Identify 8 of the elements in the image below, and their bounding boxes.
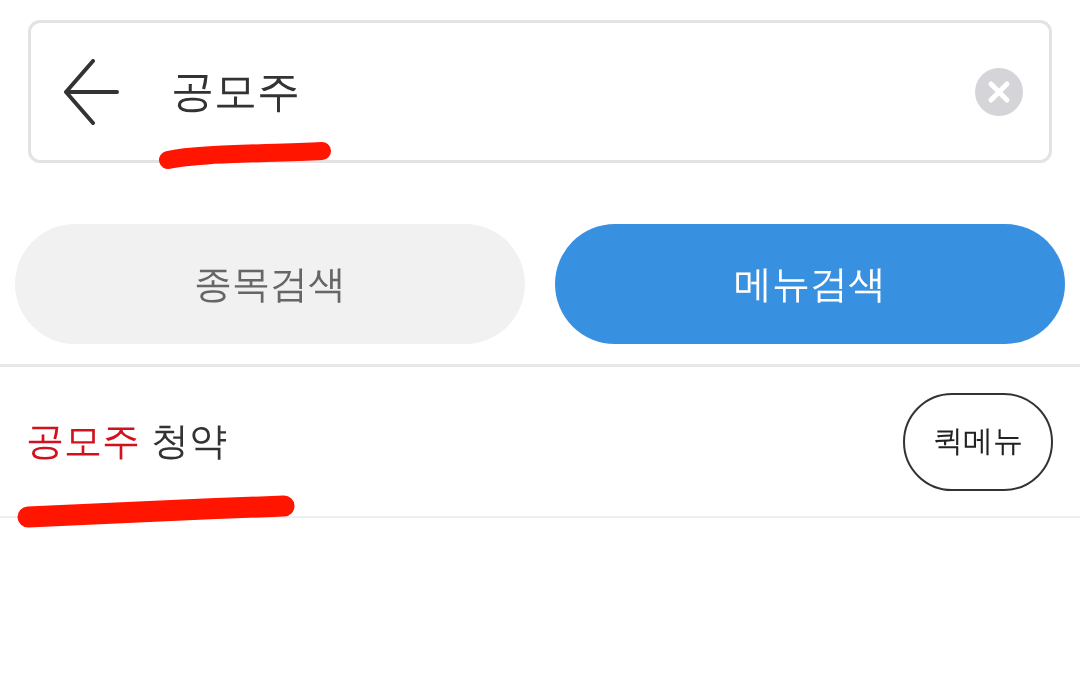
quick-menu-button[interactable]: 퀵메뉴 [903,392,1053,491]
clear-icon [975,67,1023,116]
matched-keyword[interactable]: 공모주 [26,418,140,465]
back-button[interactable] [63,58,119,125]
search-mode-tab[interactable]: 종목검색 [15,224,525,344]
result-text[interactable]: 청약 [151,418,228,465]
back-arrow-icon [63,58,119,125]
search-query: 공모주 [171,65,301,118]
